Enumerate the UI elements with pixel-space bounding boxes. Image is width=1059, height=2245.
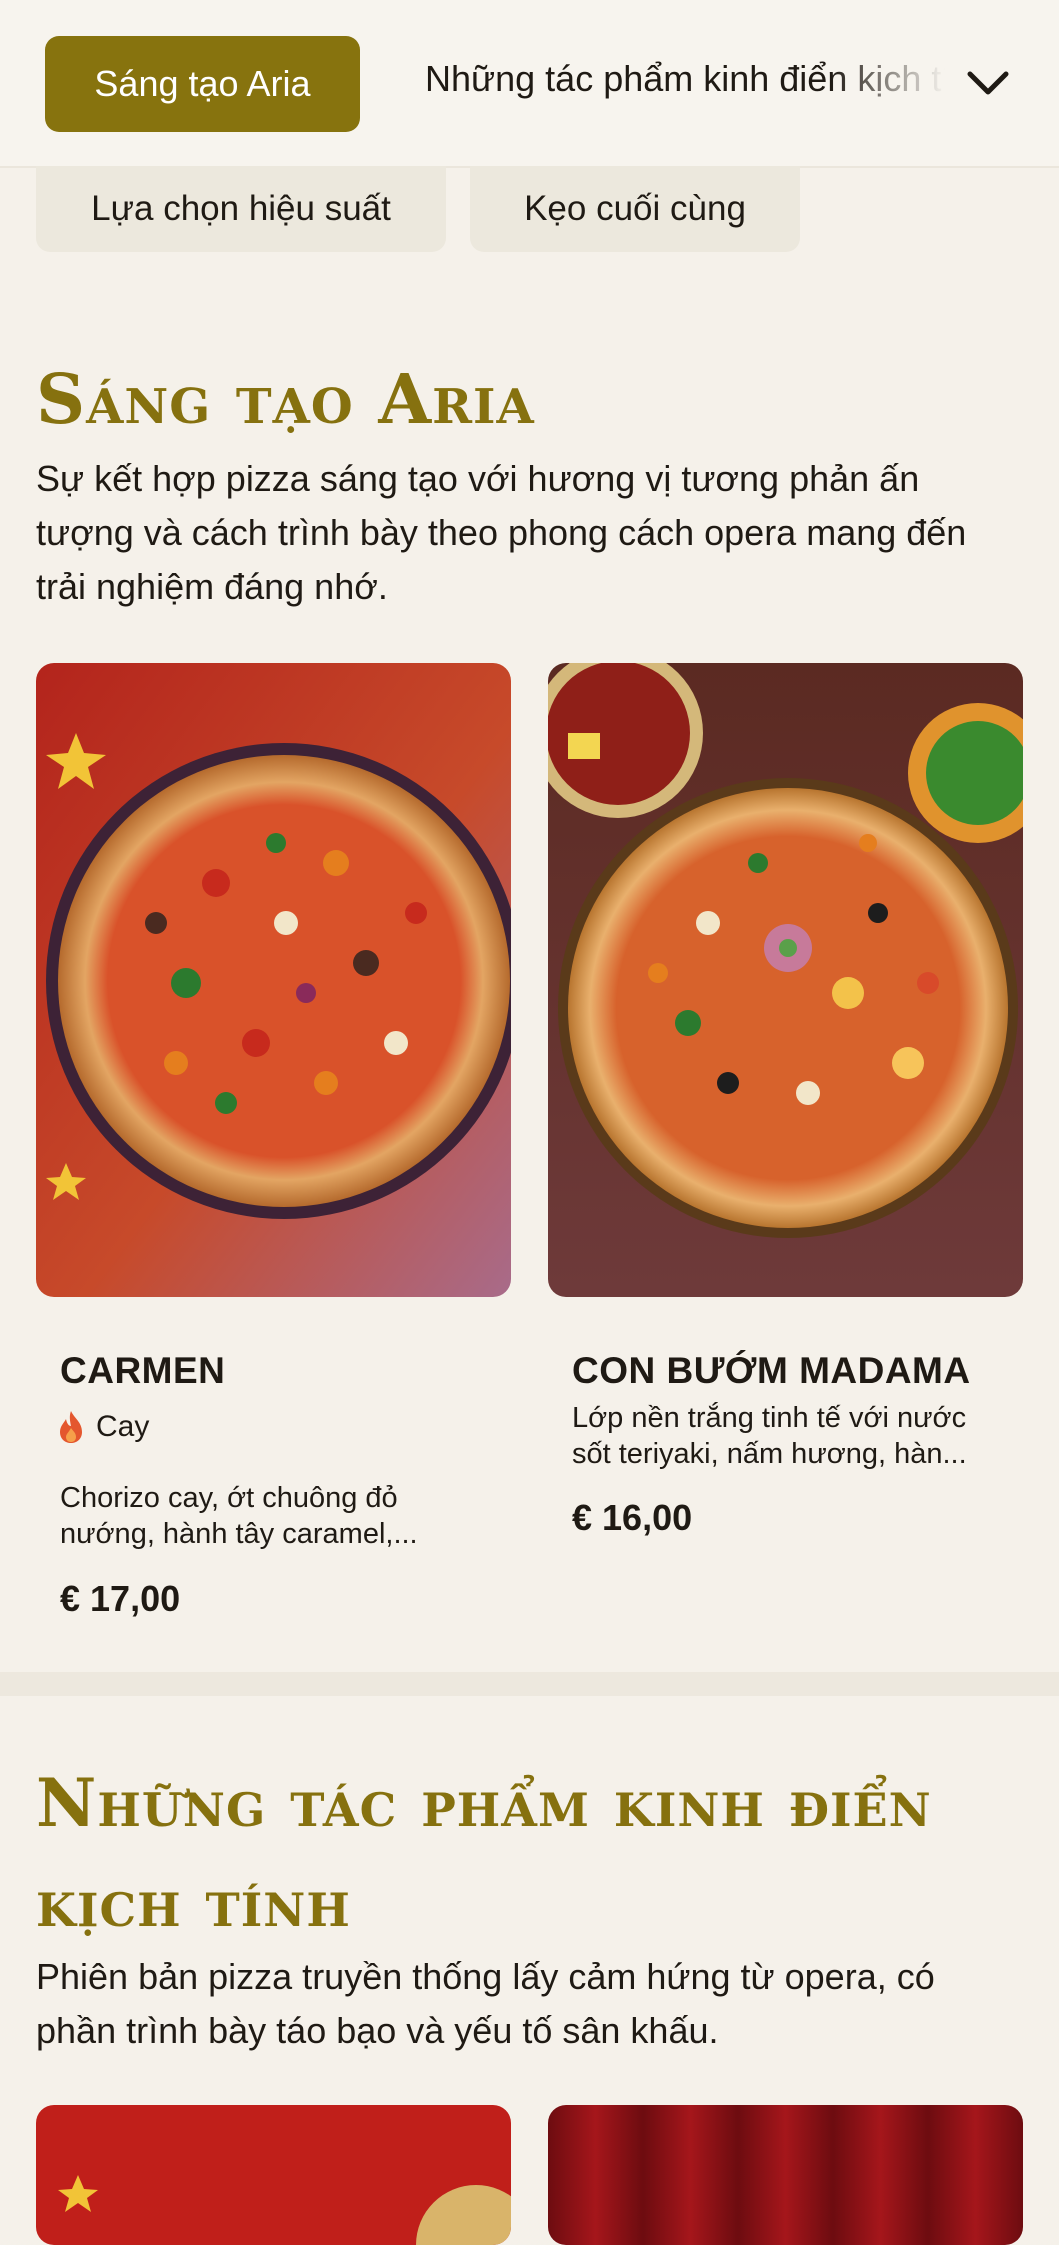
section-description-dramatic-classics: Phiên bản pizza truyền thống lấy cảm hứn… (36, 1956, 935, 2051)
item-description-madama-butterfly: Lớp nền trắng tinh tế với nước sốt teriy… (572, 1402, 967, 1470)
section-divider (0, 1672, 1059, 1696)
flame-icon (60, 1411, 82, 1443)
section-description-aria: Sự kết hợp pizza sáng tạo với hương vị t… (36, 458, 967, 607)
spicy-tag: Cay (58, 1410, 149, 1444)
chevron-down-icon[interactable] (962, 58, 1014, 110)
tab-performance-selection[interactable]: Lựa chọn hiệu suất (36, 166, 446, 252)
section-title-aria: Sáng tạo Aria (36, 360, 535, 440)
pizza-image-classic-2[interactable] (548, 2105, 1023, 2245)
tab-aria-creations[interactable]: Sáng tạo Aria (45, 36, 360, 132)
pizza-image-classic-1[interactable] (36, 2105, 511, 2245)
pizza-image-madama-butterfly[interactable] (548, 663, 1023, 1297)
item-price-carmen: € 17,00 (60, 1578, 181, 1619)
tab-dramatic-classics[interactable]: Những tác phẩm kinh điển kịch tính (425, 58, 945, 112)
section-title-dramatic-classics: Những tác phẩm kinh điển kịch tính (36, 1764, 932, 1942)
category-tab-bar: Sáng tạo Aria Những tác phẩm kinh điển k… (0, 0, 1059, 168)
pizza-image-carmen[interactable] (36, 663, 511, 1297)
tab-final-candy[interactable]: Kẹo cuối cùng (470, 166, 800, 252)
item-description-carmen: Chorizo cay, ớt chuông đỏ nướng, hành tâ… (60, 1482, 418, 1550)
item-name-madama-butterfly: CON BƯỚM MADAMA (572, 1350, 971, 1391)
item-price-madama-butterfly: € 16,00 (572, 1497, 693, 1538)
item-name-carmen: CARMEN (60, 1350, 226, 1391)
spicy-label: Cay (96, 1410, 150, 1443)
